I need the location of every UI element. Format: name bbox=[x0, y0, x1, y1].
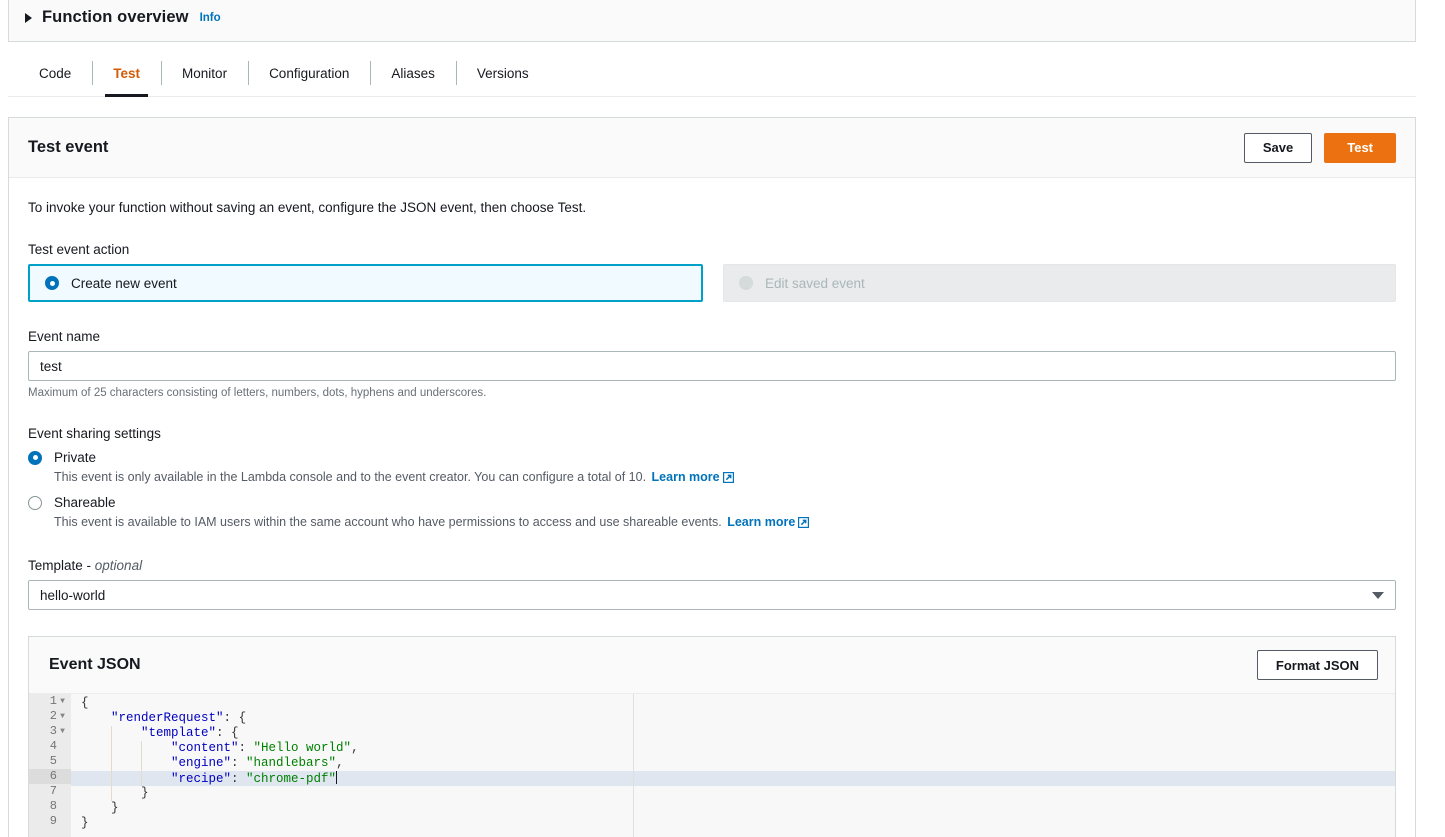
code-line-9: } bbox=[81, 816, 89, 830]
external-link-icon[interactable] bbox=[722, 471, 734, 486]
gutter-line-2[interactable]: 2 ▼ bbox=[29, 709, 71, 724]
function-overview-title: Function overview bbox=[42, 8, 189, 26]
lambda-test-event-page: Function overview Info Code Test Monitor Co… bbox=[0, 0, 1445, 837]
caret-right-icon[interactable] bbox=[25, 13, 32, 23]
external-link-icon[interactable] bbox=[798, 516, 810, 531]
radio-private-description: This event is only available in the Lamb… bbox=[54, 470, 1396, 486]
gutter-line-6[interactable]: 6▼ bbox=[29, 769, 71, 784]
editor-gutter[interactable]: 1▼2▼3▼4▼5▼6▼7▼8▼9▼ bbox=[29, 694, 71, 837]
fold-toggle-icon[interactable]: ▼ bbox=[57, 694, 68, 709]
function-overview-header[interactable]: Function overview Info bbox=[8, 0, 1416, 42]
template-select-wrapper: hello-world bbox=[28, 580, 1396, 610]
radio-shareable-label: Shareable bbox=[54, 495, 116, 510]
editor-indent-guide bbox=[141, 741, 143, 786]
tab-versions[interactable]: Versions bbox=[455, 50, 550, 96]
template-label-optional: optional bbox=[94, 558, 143, 573]
code-line-7: } bbox=[141, 786, 149, 800]
event-name-label: Event name bbox=[28, 329, 101, 344]
tab-aliases[interactable]: Aliases bbox=[370, 50, 456, 96]
tab-label: Test bbox=[113, 65, 141, 81]
radio-shareable-description-text: This event is available to IAM users wit… bbox=[54, 515, 722, 529]
tab-code[interactable]: Code bbox=[18, 50, 92, 96]
save-button[interactable]: Save bbox=[1243, 132, 1313, 163]
tab-monitor[interactable]: Monitor bbox=[161, 50, 248, 96]
intro-text: To invoke your function without saving a… bbox=[28, 200, 587, 215]
tab-test[interactable]: Test bbox=[92, 50, 161, 97]
tab-bar: Code Test Monitor Configuration Aliases Versi… bbox=[8, 50, 1416, 97]
line-number: 7 bbox=[49, 784, 57, 798]
tab-label: Versions bbox=[476, 65, 529, 81]
event-name-input[interactable] bbox=[28, 351, 1396, 381]
line-number: 4 bbox=[49, 739, 57, 753]
code-line-5: "engine": "handlebars", bbox=[171, 756, 344, 770]
event-json-title: Event JSON bbox=[49, 656, 141, 673]
code-line-4: "content": "Hello world", bbox=[171, 741, 359, 755]
gutter-line-4[interactable]: 4▼ bbox=[29, 739, 71, 754]
fold-toggle-icon[interactable]: ▼ bbox=[57, 709, 68, 724]
radio-private[interactable]: Private bbox=[28, 450, 1396, 465]
tab-configuration[interactable]: Configuration bbox=[248, 50, 370, 96]
tab-label: Code bbox=[39, 65, 72, 81]
code-line-1: { bbox=[81, 696, 89, 710]
line-number: 2 bbox=[49, 709, 57, 723]
gutter-line-7[interactable]: 7▼ bbox=[29, 784, 71, 799]
gutter-line-8[interactable]: 8▼ bbox=[29, 799, 71, 814]
line-number: 5 bbox=[49, 754, 57, 768]
text-cursor bbox=[336, 771, 338, 784]
format-json-button[interactable]: Format JSON bbox=[1256, 650, 1378, 680]
template-label-text: Template - bbox=[28, 558, 95, 573]
radio-shareable[interactable]: Shareable bbox=[28, 495, 1396, 510]
radio-icon-private[interactable] bbox=[28, 450, 42, 465]
tab-label: Aliases bbox=[391, 65, 435, 81]
line-number: 1 bbox=[49, 694, 57, 708]
page-title: Test event bbox=[28, 138, 109, 156]
gutter-line-9[interactable]: 9▼ bbox=[29, 814, 71, 829]
line-number: 8 bbox=[49, 799, 57, 813]
line-number: 3 bbox=[49, 724, 57, 738]
code-line-8: } bbox=[111, 801, 119, 815]
editor-code-area[interactable]: { "renderRequest": { "template": { "cont… bbox=[71, 694, 1395, 837]
radio-icon-edit-saved-event bbox=[739, 276, 753, 290]
test-event-action-group: Create new event Edit saved event bbox=[28, 264, 1396, 302]
event-json-editor[interactable]: 1▼2▼3▼4▼5▼6▼7▼8▼9▼ { "renderRequest": { … bbox=[29, 693, 1395, 837]
learn-more-link-private[interactable]: Learn more bbox=[652, 470, 720, 484]
radio-icon-shareable[interactable] bbox=[28, 495, 42, 510]
tab-label: Monitor bbox=[182, 65, 228, 81]
gutter-line-1[interactable]: 1 ▼ bbox=[29, 694, 71, 709]
event-json-panel: Event JSON Format JSON 1▼2▼3▼4▼5▼6▼7▼8▼9… bbox=[28, 636, 1396, 837]
gutter-line-5[interactable]: 5▼ bbox=[29, 754, 71, 769]
radio-tile-label: Edit saved event bbox=[765, 275, 865, 291]
line-number: 9 bbox=[49, 814, 57, 828]
gutter-line-3[interactable]: 3 ▼ bbox=[29, 724, 71, 739]
radio-icon-create-new-event[interactable] bbox=[45, 276, 59, 290]
radio-tile-edit-saved-event: Edit saved event bbox=[723, 264, 1396, 302]
template-select[interactable]: hello-world bbox=[28, 580, 1396, 610]
template-label: Template - optional bbox=[28, 558, 1396, 573]
test-event-action-label: Test event action bbox=[28, 242, 130, 257]
test-button[interactable]: Test bbox=[1324, 132, 1396, 163]
radio-private-label: Private bbox=[54, 450, 97, 465]
radio-private-description-text: This event is only available in the Lamb… bbox=[54, 470, 647, 484]
radio-tile-create-new-event[interactable]: Create new event bbox=[28, 264, 703, 302]
radio-tile-label: Create new event bbox=[71, 275, 177, 291]
learn-more-link-shareable[interactable]: Learn more bbox=[727, 515, 795, 529]
line-number: 6 bbox=[49, 769, 57, 783]
event-sharing-label: Event sharing settings bbox=[28, 426, 161, 441]
test-event-panel: Test event Save Test To invoke your func… bbox=[8, 117, 1416, 837]
radio-shareable-description: This event is available to IAM users wit… bbox=[54, 515, 1396, 531]
fold-toggle-icon[interactable]: ▼ bbox=[57, 724, 68, 739]
code-line-3: "template": { bbox=[141, 726, 239, 740]
test-event-header: Test event Save Test bbox=[9, 118, 1415, 178]
editor-print-margin bbox=[633, 694, 634, 837]
template-select-value: hello-world bbox=[40, 587, 106, 603]
test-event-body: To invoke your function without saving a… bbox=[9, 178, 1415, 837]
editor-indent-guide bbox=[111, 726, 113, 801]
event-json-header: Event JSON Format JSON bbox=[29, 637, 1395, 693]
code-line-2: "renderRequest": { bbox=[111, 711, 247, 725]
chevron-down-icon[interactable] bbox=[1372, 591, 1384, 599]
code-line-6: "recipe": "chrome-pdf" bbox=[171, 771, 338, 786]
info-link[interactable]: Info bbox=[200, 12, 221, 24]
event-name-hint: Maximum of 25 characters consisting of l… bbox=[28, 387, 487, 399]
tab-label: Configuration bbox=[269, 65, 350, 81]
